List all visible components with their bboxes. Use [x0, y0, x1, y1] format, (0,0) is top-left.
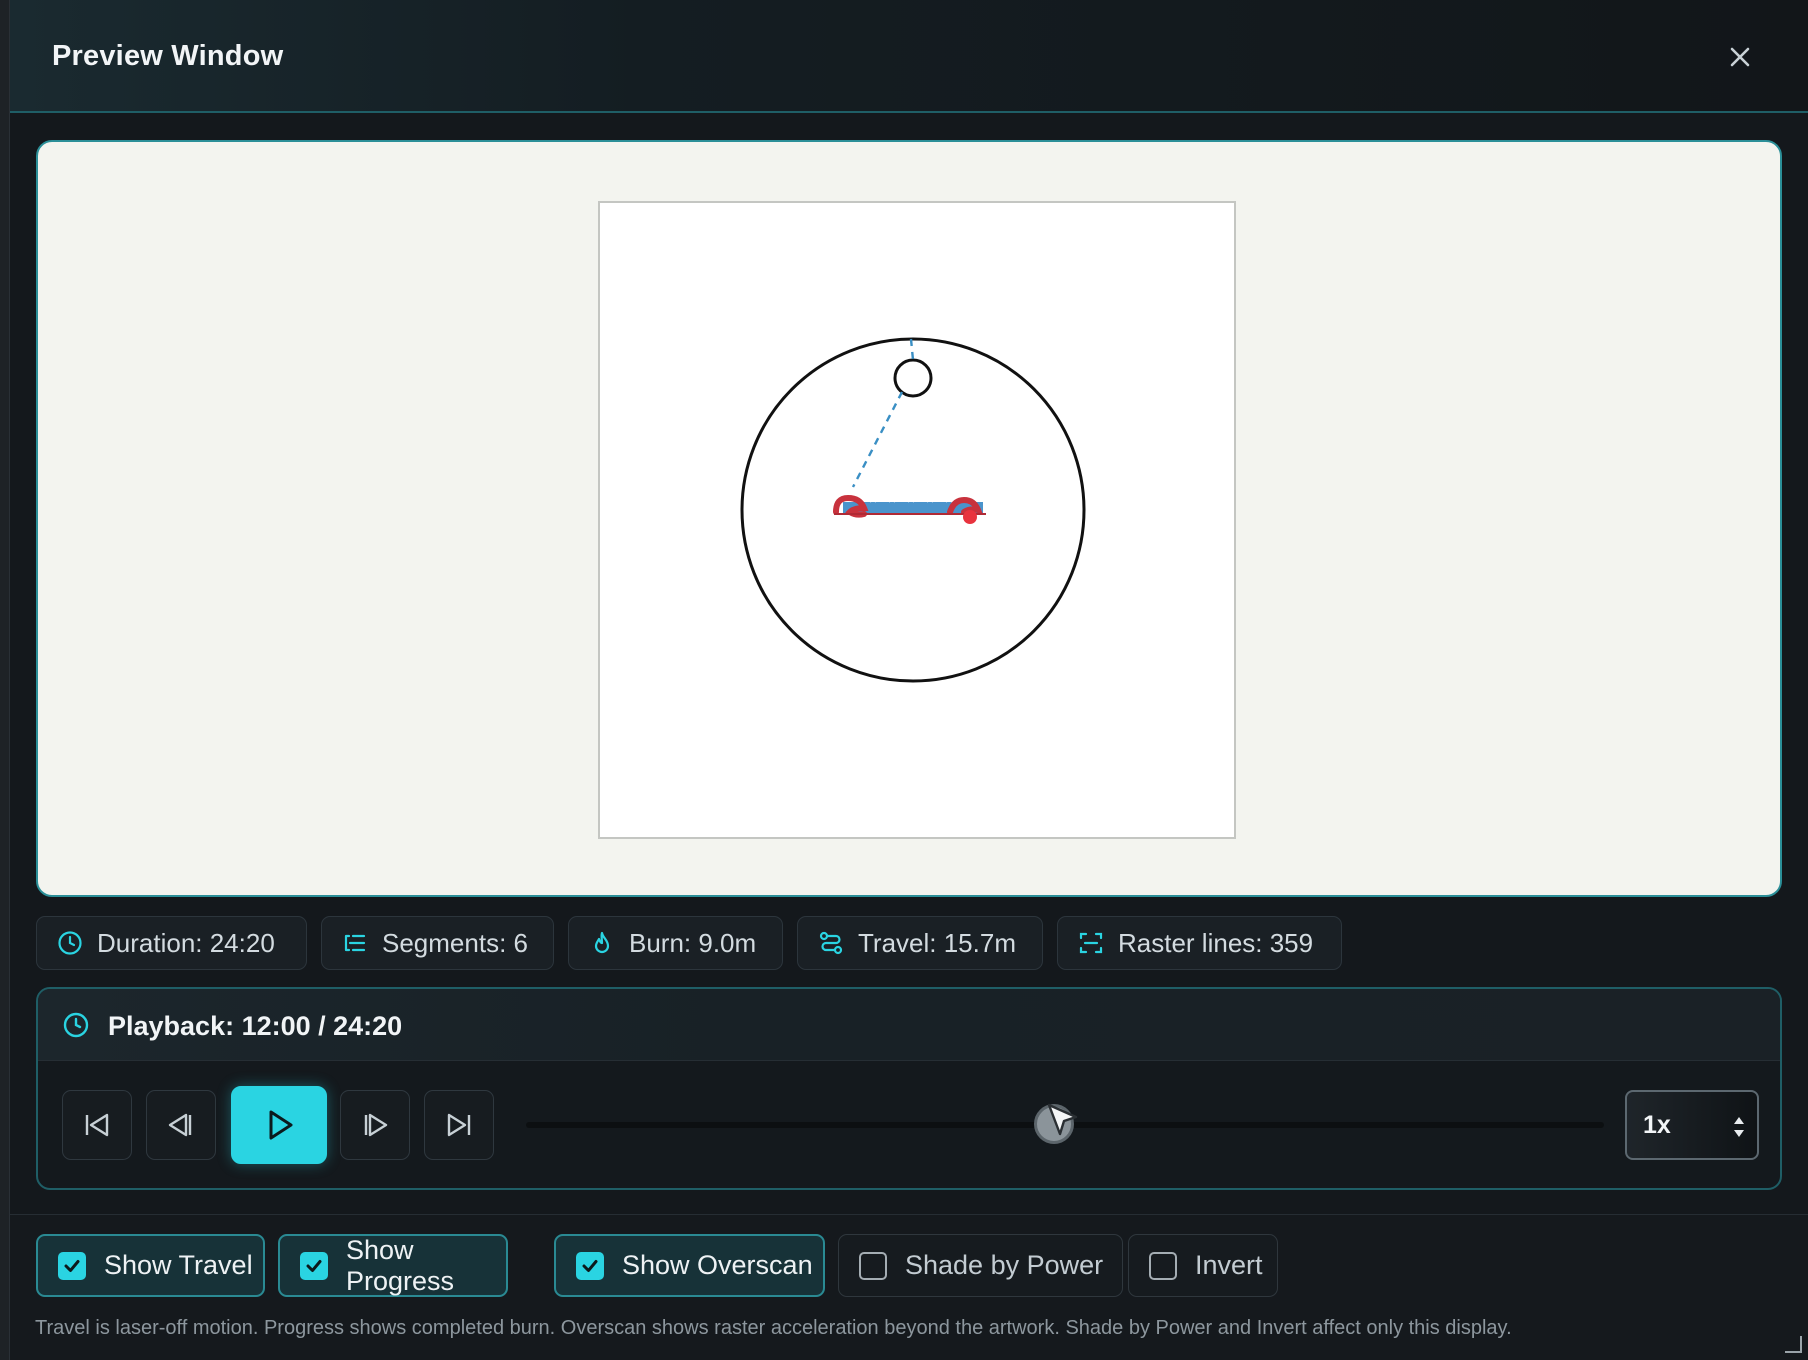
artboard — [598, 201, 1236, 839]
stat-travel: Travel: 15.7m — [797, 916, 1043, 970]
stat-segments: Segments: 6 — [321, 916, 554, 970]
step-back-button[interactable] — [146, 1090, 216, 1160]
shade-by-power-toggle[interactable]: Shade by Power — [838, 1234, 1123, 1297]
close-button[interactable] — [1723, 40, 1757, 74]
window-title: Preview Window — [52, 40, 284, 72]
step-back-icon — [168, 1113, 192, 1137]
scan-icon — [1079, 932, 1103, 954]
checkbox-checked[interactable] — [300, 1251, 328, 1280]
invert-toggle[interactable]: Invert — [1128, 1234, 1278, 1297]
show-progress-label: Show Progress — [346, 1234, 455, 1296]
speed-value: 1x — [1643, 1110, 1671, 1139]
skip-to-end-button[interactable] — [424, 1090, 494, 1160]
speed-select[interactable]: 1x — [1625, 1090, 1759, 1160]
checkbox-checked[interactable] — [58, 1251, 86, 1280]
close-icon — [1730, 47, 1750, 67]
playback-label: Playback: 12:00 / 24:20 — [108, 1011, 403, 1041]
playback-header: Playback: 12:00 / 24:20 — [38, 989, 1780, 1061]
clock-icon — [63, 1012, 89, 1038]
flame-icon — [594, 931, 610, 954]
check-icon — [582, 1259, 598, 1272]
play-icon — [269, 1110, 293, 1140]
show-overscan-label: Show Overscan — [622, 1250, 813, 1280]
skip-to-end-icon — [447, 1113, 471, 1137]
checkbox-unchecked[interactable] — [1149, 1251, 1177, 1280]
segments-icon — [344, 934, 366, 952]
window-header: Preview Window — [10, 0, 1808, 113]
route-icon — [819, 931, 843, 955]
playback-panel: Playback: 12:00 / 24:20 1x — [36, 987, 1782, 1190]
show-overscan-toggle[interactable]: Show Overscan — [554, 1234, 825, 1297]
stat-burn: Burn: 9.0m — [568, 916, 783, 970]
display-options: Show Travel Show Progress Show Overscan … — [10, 1214, 1808, 1360]
check-icon — [306, 1259, 322, 1272]
stat-duration-text: Duration: 24:20 — [97, 927, 275, 958]
show-travel-toggle[interactable]: Show Travel — [36, 1234, 265, 1297]
playback-slider-thumb[interactable] — [1034, 1104, 1075, 1144]
checkbox-checked[interactable] — [576, 1251, 604, 1280]
laser-head-marker — [963, 510, 977, 524]
skip-to-start-icon — [85, 1113, 109, 1137]
invert-label: Invert — [1195, 1250, 1263, 1280]
stat-raster-text: Raster lines: 359 — [1118, 927, 1314, 958]
checkbox-unchecked[interactable] — [859, 1251, 887, 1280]
stat-raster: Raster lines: 359 — [1057, 916, 1342, 970]
stat-travel-text: Travel: 15.7m — [858, 927, 1016, 958]
show-progress-toggle[interactable]: Show Progress — [278, 1234, 508, 1297]
check-icon — [64, 1259, 80, 1272]
clock-icon — [58, 931, 82, 955]
stat-duration: Duration: 24:20 — [36, 916, 307, 970]
stat-burn-text: Burn: 9.0m — [629, 927, 757, 958]
stat-segments-text: Segments: 6 — [382, 927, 528, 958]
resize-grip-icon[interactable] — [1781, 1332, 1803, 1354]
skip-to-start-button[interactable] — [62, 1090, 132, 1160]
shade-by-power-label: Shade by Power — [905, 1250, 1104, 1280]
preview-canvas[interactable] — [36, 140, 1782, 897]
play-button[interactable] — [231, 1086, 327, 1164]
select-arrows-icon — [1734, 1117, 1744, 1137]
step-forward-icon — [364, 1113, 388, 1137]
options-hint: Travel is laser-off motion. Progress sho… — [35, 1317, 1512, 1339]
step-forward-button[interactable] — [340, 1090, 410, 1160]
preview-window: Preview Window Duration: 24:20 Segments:… — [9, 0, 1808, 1360]
show-travel-label: Show Travel — [104, 1250, 253, 1280]
